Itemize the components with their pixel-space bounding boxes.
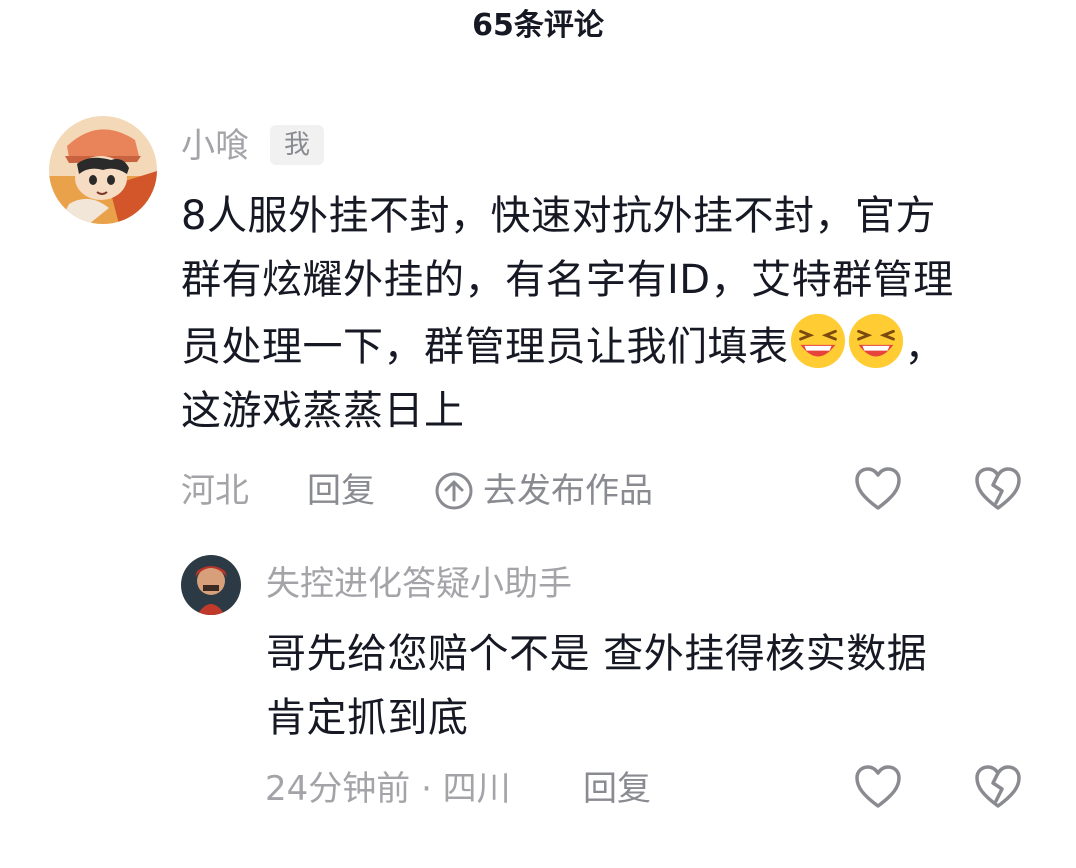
- comment-line: 员处理一下，群管理员让我们填表: [181, 324, 789, 370]
- avatar-image: [181, 555, 241, 615]
- like-button[interactable]: [853, 465, 903, 513]
- arrow-up-circle-icon: [435, 472, 473, 510]
- comments-panel: 65条评论 小喰 我 8人服外挂不封，快速对抗外挂不封，官方 群有炫耀外挂的，有…: [0, 0, 1076, 868]
- avatar-image: [49, 116, 157, 224]
- reply-author-avatar[interactable]: [181, 555, 241, 615]
- comment-line-with-emoji: 员处理一下，群管理员让我们填表 ，: [181, 312, 1041, 379]
- comments-count-title: 65条评论: [472, 8, 604, 43]
- heart-outline-icon: [855, 467, 901, 510]
- self-badge: 我: [270, 125, 324, 165]
- laughing-emoji-icon: [847, 312, 905, 370]
- broken-heart-icon: [975, 765, 1021, 808]
- reply-author-name[interactable]: 失控进化答疑小助手: [266, 562, 572, 606]
- reply-like-button[interactable]: [853, 763, 903, 811]
- reply-time-location: 24分钟前 · 四川: [265, 769, 511, 809]
- reply-to-reply-button[interactable]: 回复: [583, 767, 651, 811]
- heart-outline-icon: [855, 765, 901, 808]
- comment-line: 这游戏蒸蒸日上: [181, 388, 465, 434]
- comment-line: ，: [904, 324, 945, 370]
- reply-button[interactable]: 回复: [307, 469, 375, 513]
- reply-dislike-button[interactable]: [973, 763, 1023, 811]
- comment-location: 河北: [181, 471, 249, 511]
- user-avatar[interactable]: [49, 116, 157, 224]
- reply-line: 肯定抓到底: [266, 695, 469, 741]
- comment-text[interactable]: 8人服外挂不封，快速对抗外挂不封，官方 群有炫耀外挂的，有名字有ID，艾特群管理…: [181, 184, 1041, 443]
- laughing-emoji-icon: [789, 312, 847, 370]
- comment-author-name[interactable]: 小喰: [181, 124, 249, 168]
- comment-line: 群有炫耀外挂的，有名字有ID，艾特群管理: [181, 257, 954, 303]
- comment-line: 8人服外挂不封，快速对抗外挂不封，官方: [181, 193, 936, 239]
- goto-work-label: 去发布作品: [483, 471, 653, 511]
- goto-work-button[interactable]: 去发布作品: [433, 469, 653, 513]
- reply-line: 哥先给您赔个不是 查外挂得核实数据: [266, 631, 928, 677]
- reply-text[interactable]: 哥先给您赔个不是 查外挂得核实数据 肯定抓到底: [266, 622, 1026, 750]
- dislike-button[interactable]: [973, 465, 1023, 513]
- broken-heart-icon: [975, 467, 1021, 510]
